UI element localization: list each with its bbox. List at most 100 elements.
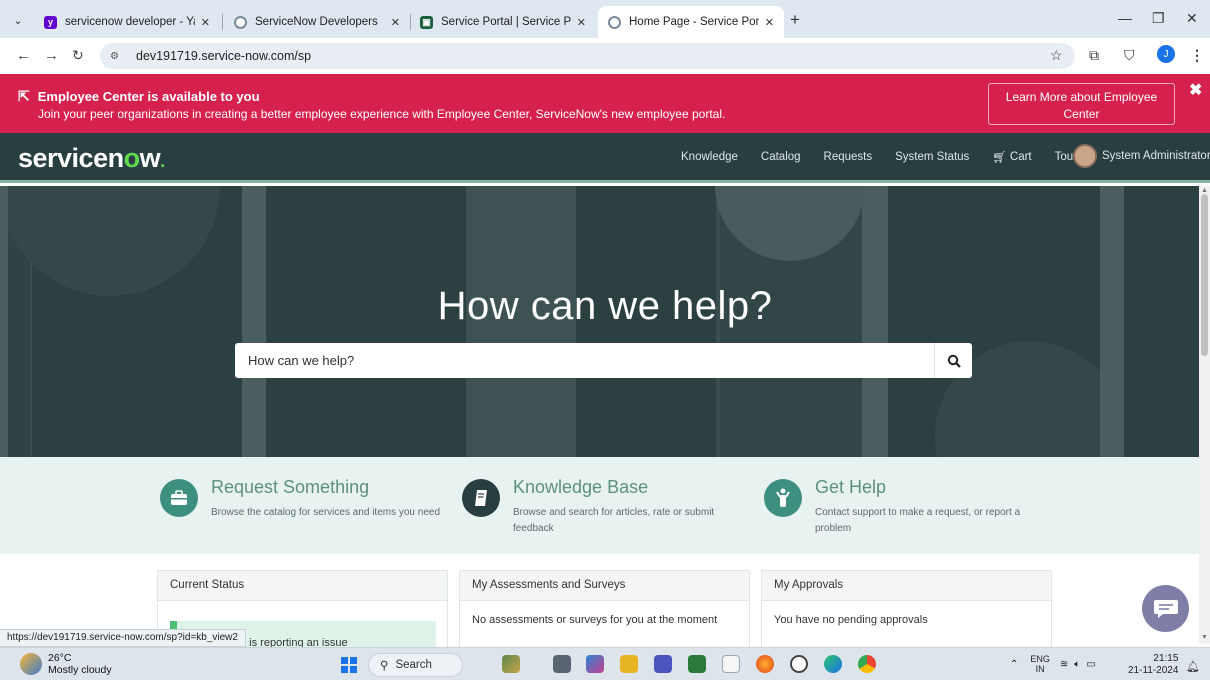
user-avatar[interactable]	[1073, 144, 1097, 168]
knowledge-base-card[interactable]: Knowledge Base Browse and search for art…	[462, 477, 752, 557]
back-icon[interactable]: ←	[16, 47, 31, 64]
scroll-down-arrow[interactable]: ▼	[1201, 634, 1208, 641]
nav-requests[interactable]: Requests	[824, 151, 873, 163]
quick-links-section: Request Something Browse the catalog for…	[0, 457, 1199, 554]
notepad-icon[interactable]	[722, 655, 740, 673]
weather-desc: Mostly cloudy	[48, 664, 112, 676]
weather-widget[interactable]: 26°C Mostly cloudy	[20, 652, 112, 676]
windows-taskbar: 26°C Mostly cloudy ⚲ Search ⌃ ENG IN ≋ 🔈︎ ▭…	[0, 647, 1210, 680]
tab-title: ServiceNow Developers	[255, 16, 378, 28]
current-status-title: Current Status	[158, 571, 447, 601]
page-scrollbar[interactable]: ▲ ▼	[1199, 186, 1210, 644]
request-something-card[interactable]: Request Something Browse the catalog for…	[160, 477, 450, 547]
knowledge-base-desc: Browse and search for articles, rate or …	[513, 507, 715, 534]
notification-bell-icon[interactable]: 🔔︎	[1186, 660, 1200, 673]
taskbar-clock[interactable]: 21:15 21-11-2024	[1128, 653, 1178, 677]
search-icon	[947, 354, 961, 368]
tab-search-button[interactable]: ⌄	[6, 8, 30, 32]
search-icon: ⚲	[380, 660, 389, 672]
chrome-icon[interactable]	[858, 655, 876, 673]
copilot-icon[interactable]	[586, 655, 604, 673]
approvals-empty-text: You have no pending approvals	[774, 614, 928, 626]
new-tab-button[interactable]: +	[790, 10, 800, 30]
menu-kebab-icon[interactable]: ⋮	[1190, 47, 1204, 64]
close-tab-icon[interactable]: ✕	[765, 16, 774, 29]
language-indicator[interactable]: ENG IN	[1030, 654, 1050, 674]
store-icon[interactable]	[688, 655, 706, 673]
cart-icon[interactable]: 🛒︎	[992, 150, 1007, 164]
widgets-app-icon[interactable]	[502, 655, 520, 673]
search-input[interactable]	[235, 343, 934, 378]
battery-icon[interactable]: ▭	[1086, 659, 1095, 670]
close-window-button[interactable]: ✕	[1186, 10, 1198, 27]
close-banner-icon[interactable]: ✖	[1189, 80, 1202, 100]
task-view-icon[interactable]	[553, 655, 571, 673]
servicenow-dev-icon	[608, 15, 621, 29]
request-something-desc: Browse the catalog for services and item…	[211, 507, 441, 518]
nav-catalog[interactable]: Catalog	[761, 151, 801, 163]
profile-avatar[interactable]: J	[1157, 45, 1175, 63]
restore-button[interactable]: ❐	[1152, 10, 1165, 27]
external-link-icon: ⇱	[18, 88, 30, 104]
tab-service-portal[interactable]: ▣ Service Portal | Service Portal | S ✕	[410, 6, 596, 38]
get-help-card[interactable]: Get Help Contact support to make a reque…	[764, 477, 1054, 557]
approvals-panel: My Approvals You have no pending approva…	[761, 570, 1052, 650]
bookmark-star-icon[interactable]: ☆	[1050, 47, 1063, 64]
tab-title: Service Portal | Service Portal | S	[441, 16, 571, 28]
scroll-up-arrow[interactable]: ▲	[1201, 187, 1208, 194]
nav-cart[interactable]: Cart	[1010, 151, 1032, 163]
nav-knowledge[interactable]: Knowledge	[681, 151, 738, 163]
taskbar-search[interactable]: ⚲ Search	[368, 653, 463, 677]
banner-subtitle: Join your peer organizations in creating…	[38, 107, 726, 121]
learn-more-button[interactable]: Learn More about Employee Center	[988, 83, 1175, 125]
book-icon	[462, 479, 500, 517]
shield-icon[interactable]: ⛉	[1124, 47, 1135, 64]
reload-icon[interactable]: ↻	[72, 47, 84, 64]
forward-icon[interactable]: →	[44, 47, 59, 64]
url-field[interactable]: ⚙ dev191719.service-now.com/sp	[100, 43, 1075, 69]
weather-temp: 26°C	[48, 652, 72, 664]
approvals-title: My Approvals	[762, 571, 1051, 601]
assessments-title: My Assessments and Surveys	[460, 571, 749, 601]
get-help-title[interactable]: Get Help	[815, 477, 886, 498]
close-tab-icon[interactable]: ✕	[201, 16, 210, 29]
close-tab-icon[interactable]: ✕	[577, 16, 586, 29]
system-tray: ⌃ ENG IN ≋ 🔈︎ ▭	[1010, 654, 1096, 674]
volume-icon[interactable]: 🔈︎	[1074, 659, 1080, 670]
site-settings-icon[interactable]: ⚙	[110, 48, 128, 64]
yahoo-icon: y	[44, 15, 57, 29]
briefcase-icon	[160, 479, 198, 517]
dell-icon[interactable]	[790, 655, 808, 673]
extensions-icon[interactable]: ⧉	[1089, 47, 1099, 64]
servicenow-dev-icon	[234, 15, 247, 29]
help-person-icon	[764, 479, 802, 517]
servicenow-green-icon: ▣	[420, 15, 433, 29]
scrollbar-thumb[interactable]	[1201, 194, 1208, 356]
close-tab-icon[interactable]: ✕	[391, 16, 400, 29]
employee-center-banner: ⇱ Employee Center is available to you Jo…	[0, 74, 1210, 133]
virtual-agent-chat-button[interactable]	[1142, 585, 1189, 632]
minimize-button[interactable]: —	[1118, 10, 1132, 26]
firefox-icon[interactable]	[756, 655, 774, 673]
knowledge-base-title[interactable]: Knowledge Base	[513, 477, 648, 498]
file-explorer-icon[interactable]	[620, 655, 638, 673]
windows-start-icon[interactable]	[341, 657, 357, 673]
edge-icon[interactable]	[824, 655, 842, 673]
search-button[interactable]	[934, 343, 972, 378]
tab-yahoo[interactable]: y servicenow developer - Yahoo ✕	[34, 6, 220, 38]
user-name[interactable]: System Administrator	[1102, 150, 1210, 162]
wifi-icon[interactable]: ≋	[1060, 659, 1068, 670]
url-text: dev191719.service-now.com/sp	[136, 49, 312, 63]
address-bar-row: ← → ↻ ⚙ dev191719.service-now.com/sp ☆ ⧉…	[0, 38, 1210, 74]
teams-icon[interactable]	[654, 655, 672, 673]
top-nav: Knowledge Catalog Requests System Status…	[681, 133, 1106, 180]
servicenow-logo[interactable]: servicenow.	[18, 143, 165, 174]
hero-section: How can we help?	[0, 186, 1210, 457]
tab-servicenow-developers[interactable]: ServiceNow Developers ✕	[224, 6, 410, 38]
hero-title: How can we help?	[437, 284, 773, 328]
request-something-title[interactable]: Request Something	[211, 477, 369, 498]
nav-system-status[interactable]: System Status	[895, 151, 969, 163]
chevron-up-icon[interactable]: ⌃	[1010, 659, 1018, 670]
tab-title: Home Page - Service Portal	[629, 16, 759, 28]
tab-home-page-active[interactable]: Home Page - Service Portal ✕	[598, 6, 784, 38]
